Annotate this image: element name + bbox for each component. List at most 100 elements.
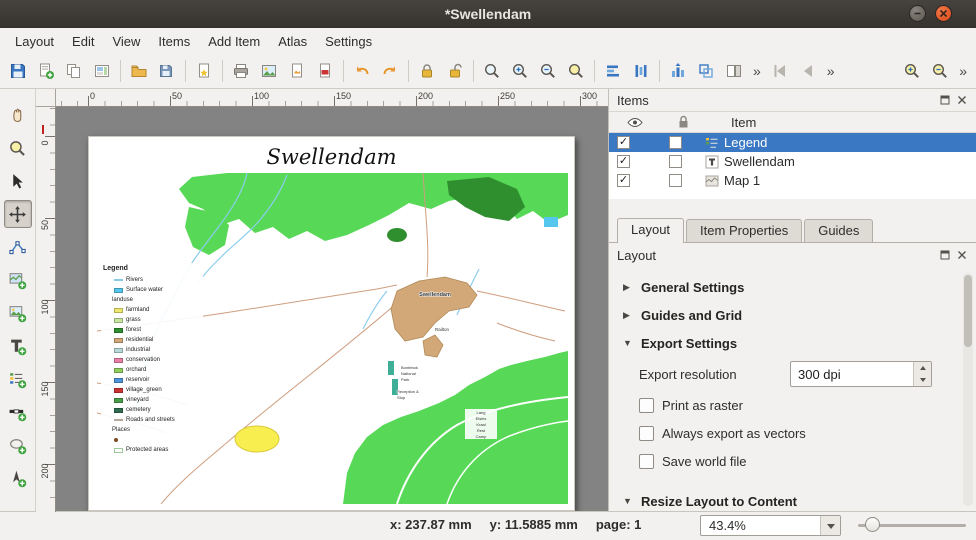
zoom-full-button[interactable] xyxy=(479,58,505,84)
map-city-label: Swellendam xyxy=(419,292,451,298)
layout-canvas[interactable]: Swellendam xyxy=(56,107,608,512)
zoom-in-button[interactable] xyxy=(507,58,533,84)
tab-layout[interactable]: Layout xyxy=(617,218,684,243)
toolbar-overflow-icon[interactable]: » xyxy=(955,63,971,79)
legend-swatch xyxy=(114,308,123,313)
zoom-slider[interactable] xyxy=(856,512,968,537)
layout-page[interactable]: Swellendam xyxy=(88,136,575,511)
menu-item[interactable]: Edit xyxy=(63,30,103,53)
print-as-raster-checkbox[interactable] xyxy=(639,398,654,413)
atlas-first-button[interactable] xyxy=(767,58,793,84)
toolbar-overflow-icon[interactable]: » xyxy=(823,63,839,79)
add-scalebar-tool-button[interactable] xyxy=(4,398,32,426)
toolbar-overflow-icon[interactable]: » xyxy=(749,63,765,79)
visibility-checkbox[interactable]: ✓ xyxy=(617,136,630,149)
duplicate-layout-button[interactable] xyxy=(61,58,87,84)
lock-items-button[interactable] xyxy=(414,58,440,84)
canvas-zoom-out-button[interactable] xyxy=(927,58,953,84)
print-button[interactable] xyxy=(228,58,254,84)
map-title-label[interactable]: Swellendam xyxy=(89,145,574,169)
visibility-checkbox[interactable]: ✓ xyxy=(617,155,630,168)
save-project-button[interactable] xyxy=(5,58,31,84)
edit-nodes-tool-button[interactable] xyxy=(4,233,32,261)
select-move-item-tool-button[interactable] xyxy=(4,167,32,195)
spin-down-button[interactable] xyxy=(914,374,931,386)
add-picture-tool-button[interactable] xyxy=(4,299,32,327)
collapse-arrow-icon: ▶ xyxy=(623,310,633,321)
section-export-settings[interactable]: ▼ Export Settings xyxy=(609,329,976,357)
save-world-file-checkbox[interactable] xyxy=(639,454,654,469)
add-north-arrow-tool-button[interactable] xyxy=(4,464,32,492)
section-resize-layout[interactable]: ▼ Resize Layout to Content xyxy=(609,487,976,512)
new-report-button[interactable] xyxy=(191,58,217,84)
menu-item[interactable]: Items xyxy=(149,30,199,53)
close-button[interactable] xyxy=(935,5,952,22)
visibility-checkbox[interactable]: ✓ xyxy=(617,174,630,187)
legend-entry: cemetery xyxy=(103,405,203,415)
save-template-button[interactable] xyxy=(154,58,180,84)
items-row-legend[interactable]: ✓ Legend xyxy=(609,133,976,152)
canvas-zoom-in-button[interactable] xyxy=(899,58,925,84)
add-shape-tool-button[interactable] xyxy=(4,431,32,459)
lock-checkbox[interactable] xyxy=(669,174,682,187)
redo-button[interactable] xyxy=(377,58,403,84)
distribute-items-button[interactable] xyxy=(628,58,654,84)
menu-item[interactable]: Atlas xyxy=(269,30,316,53)
items-row-swellendam[interactable]: ✓ Swellendam xyxy=(609,152,976,171)
lock-checkbox[interactable] xyxy=(669,155,682,168)
export-resolution-value[interactable]: 300 dpi xyxy=(791,362,913,386)
group-items-button[interactable] xyxy=(693,58,719,84)
layout-panel-float-button[interactable] xyxy=(939,249,951,261)
raise-items-button[interactable] xyxy=(665,58,691,84)
export-vectors-checkbox[interactable] xyxy=(639,426,654,441)
panel-scrollbar[interactable] xyxy=(963,273,973,506)
export-pdf-button[interactable] xyxy=(312,58,338,84)
map-item-icon xyxy=(705,174,719,188)
zoom-actual-button[interactable] xyxy=(563,58,589,84)
move-item-content-tool-button[interactable] xyxy=(4,200,32,228)
layout-panel-close-button[interactable] xyxy=(956,249,968,261)
spin-up-button[interactable] xyxy=(914,362,931,374)
section-general-settings[interactable]: ▶ General Settings xyxy=(609,273,976,301)
undo-button[interactable] xyxy=(349,58,375,84)
legend-item[interactable]: Legend Rivers Surfa xyxy=(101,263,203,457)
menu-item[interactable]: Add Item xyxy=(199,30,269,53)
export-image-button[interactable] xyxy=(256,58,282,84)
load-template-button[interactable] xyxy=(126,58,152,84)
zoom-level-combobox[interactable]: 43.4% xyxy=(700,515,841,536)
atlas-prev-button[interactable] xyxy=(795,58,821,84)
items-row-map1[interactable]: ✓ Map 1 xyxy=(609,171,976,190)
menu-item[interactable]: Layout xyxy=(6,30,63,53)
zoom-dropdown-button[interactable] xyxy=(820,516,840,535)
slider-thumb[interactable] xyxy=(865,517,880,532)
pan-tool-button[interactable] xyxy=(4,101,32,129)
magnifier-icon xyxy=(8,139,27,158)
add-legend-tool-button[interactable] xyxy=(4,365,32,393)
scrollbar-thumb[interactable] xyxy=(964,275,972,347)
add-label-tool-button[interactable] xyxy=(4,332,32,360)
lock-checkbox[interactable] xyxy=(669,136,682,149)
zoom-level-value[interactable]: 43.4% xyxy=(701,516,820,535)
add-map-tool-button[interactable] xyxy=(4,266,32,294)
legend-entry-label: reservoir xyxy=(126,377,149,383)
tab-item-properties[interactable]: Item Properties xyxy=(686,219,802,242)
zoom-out-button[interactable] xyxy=(535,58,561,84)
items-panel-float-button[interactable] xyxy=(939,94,951,106)
align-items-button[interactable] xyxy=(600,58,626,84)
menu-item[interactable]: Settings xyxy=(316,30,381,53)
export-resolution-spinbox[interactable]: 300 dpi xyxy=(790,361,932,387)
zoom-tool-button[interactable] xyxy=(4,134,32,162)
unlock-items-button[interactable] xyxy=(442,58,468,84)
tab-guides[interactable]: Guides xyxy=(804,219,873,242)
layout-manager-button[interactable] xyxy=(89,58,115,84)
export-svg-button[interactable] xyxy=(284,58,310,84)
preview-mode-button[interactable] xyxy=(721,58,747,84)
page-number-value: page: 1 xyxy=(596,517,642,532)
minimize-button[interactable] xyxy=(909,5,926,22)
legend-entry-label: Roads and streets xyxy=(126,417,175,423)
section-guides-and-grid[interactable]: ▶ Guides and Grid xyxy=(609,301,976,329)
duplicate-layout-icon xyxy=(65,62,83,80)
menu-item[interactable]: View xyxy=(103,30,149,53)
items-panel-close-button[interactable] xyxy=(956,94,968,106)
new-layout-button[interactable] xyxy=(33,58,59,84)
